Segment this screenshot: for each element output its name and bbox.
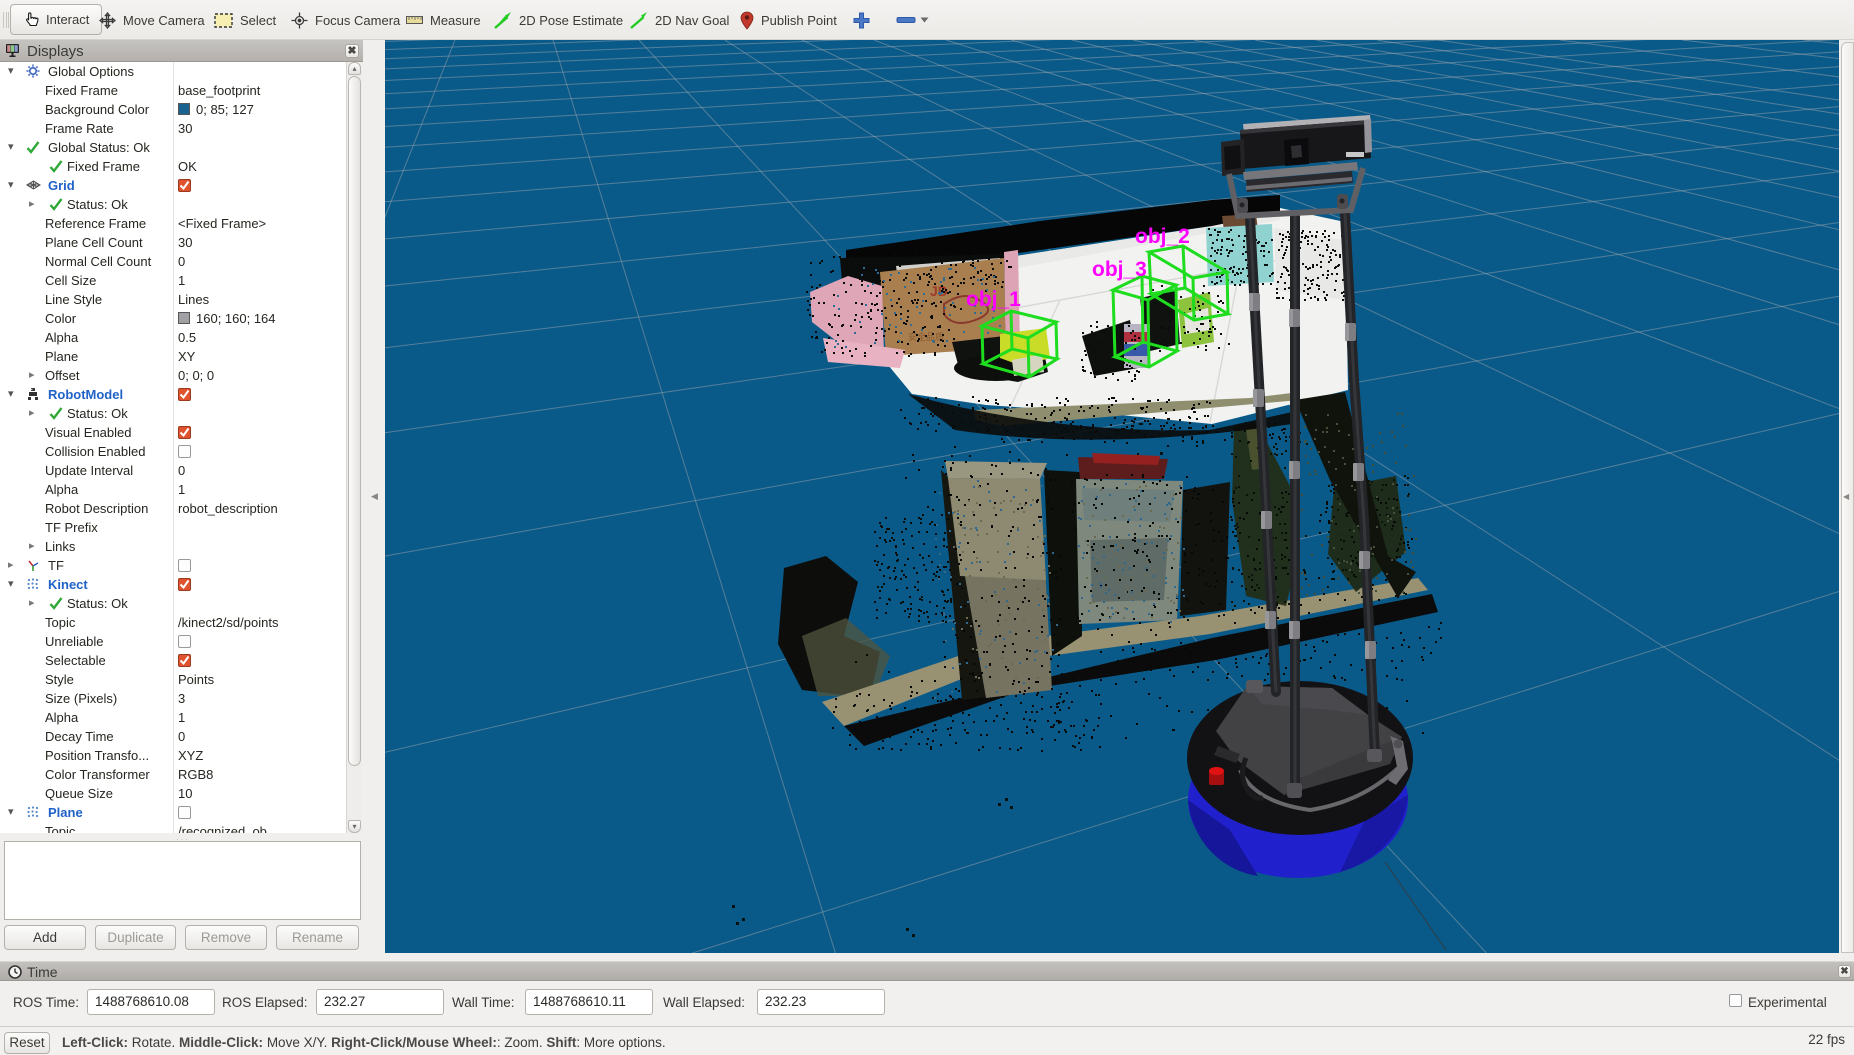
svg-text:obj_1: obj_1: [966, 288, 1021, 311]
svg-text:obj_3: obj_3: [1092, 258, 1147, 281]
svg-text:obj_2: obj_2: [1135, 225, 1190, 248]
